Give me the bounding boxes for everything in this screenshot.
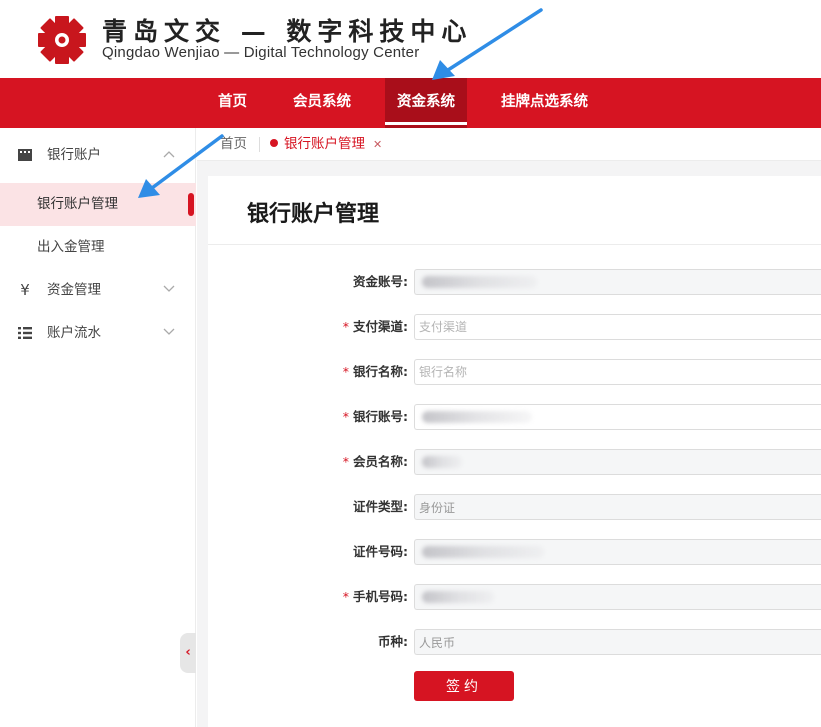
nav-member-system[interactable]: 会员系统 [293, 78, 351, 128]
masked-value [422, 456, 462, 468]
sidebar-group-fund-management[interactable]: ¥ 资金管理 [0, 269, 196, 312]
masked-value [422, 591, 494, 603]
field-label: * 银行名称: [342, 364, 408, 379]
list-icon [16, 312, 34, 355]
header: 青岛文交 — 数字科技中心 Qingdao Wenjiao — Digital … [0, 0, 821, 78]
masked-value [422, 276, 537, 288]
field-label: 资金账号: [353, 274, 408, 289]
top-nav: 首页 会员系统 资金系统 挂牌点选系统 [0, 78, 821, 128]
sidebar-item-label: 银行账户管理 [37, 196, 118, 212]
sidebar-item-deposit-withdraw-management[interactable]: 出入金管理 [0, 226, 196, 269]
chevron-up-icon [163, 134, 175, 177]
nav-fund-system[interactable]: 资金系统 [385, 78, 467, 128]
form-panel: 银行账户管理 资金账号: *支付渠道: *银行名称: *银行账号: *会员名称:… [208, 176, 821, 727]
brand-name: 青岛文交 — 数字科技中心 [102, 17, 473, 46]
tab-home[interactable]: 首页 [220, 128, 247, 161]
tab-divider [259, 137, 260, 152]
sidebar-collapse-button[interactable]: ‹ [180, 633, 196, 673]
sidebar-group-label: 银行账户 [47, 147, 101, 163]
field-label: 币种: [378, 634, 408, 649]
yen-icon: ¥ [20, 281, 30, 299]
logo-icon [38, 16, 86, 64]
brand-subtitle: Qingdao Wenjiao — Digital Technology Cen… [102, 44, 420, 61]
active-dot [270, 139, 278, 147]
sign-contract-button[interactable]: 签约 [414, 671, 514, 701]
active-indicator [188, 193, 194, 216]
field-id-type: 证件类型: [208, 494, 821, 520]
bank-name-input[interactable] [414, 359, 821, 385]
sidebar-group-label: 账户流水 [47, 325, 101, 341]
field-label: * 银行账号: [342, 409, 408, 424]
sidebar-item-label: 出入金管理 [37, 239, 105, 255]
page-title: 银行账户管理 [247, 202, 380, 227]
film-icon [16, 134, 34, 177]
nav-listing-system[interactable]: 挂牌点选系统 [501, 78, 588, 128]
field-phone-number: * 手机号码: [208, 584, 821, 610]
sidebar-item-bank-account-management[interactable]: 银行账户管理 [0, 183, 196, 226]
sidebar: 银行账户 银行账户管理 出入金管理 ¥ 资金管理 账户流水 ‹ [0, 128, 196, 727]
field-id-number: 证件号码: [208, 539, 821, 565]
field-payment-channel: * 支付渠道: [208, 314, 821, 340]
chevron-down-icon [163, 269, 175, 312]
payment-channel-input[interactable] [414, 314, 821, 340]
field-bank-account: * 银行账号: [208, 404, 821, 430]
chevron-left-icon: ‹ [185, 645, 191, 660]
member-name-input[interactable] [414, 449, 821, 475]
masked-value [422, 546, 544, 558]
field-fund-account: 资金账号: [208, 269, 821, 295]
nav-home[interactable]: 首页 [218, 78, 247, 128]
id-type-input[interactable] [414, 494, 821, 520]
field-currency: 币种: [208, 629, 821, 655]
field-label: 证件类型: [353, 499, 408, 514]
tabs-bar: 首页 银行账户管理 ✕ [197, 128, 821, 161]
sidebar-group-account-flow[interactable]: 账户流水 [0, 312, 196, 355]
field-label: 证件号码: [353, 544, 408, 559]
chevron-down-icon [163, 312, 175, 355]
sidebar-group-bank-account[interactable]: 银行账户 [0, 134, 196, 177]
field-bank-name: * 银行名称: [208, 359, 821, 385]
field-label: * 手机号码: [342, 589, 408, 604]
tab-bank-account-management[interactable]: 银行账户管理 ✕ [270, 128, 382, 161]
sidebar-group-label: 资金管理 [47, 282, 101, 298]
field-member-name: * 会员名称: [208, 449, 821, 475]
divider [208, 244, 821, 245]
currency-input[interactable] [414, 629, 821, 655]
masked-value [422, 411, 532, 423]
tab-label: 银行账户管理 [284, 136, 365, 152]
field-label: * 会员名称: [342, 454, 408, 469]
close-icon[interactable]: ✕ [373, 138, 382, 151]
field-label: * 支付渠道: [342, 319, 408, 334]
